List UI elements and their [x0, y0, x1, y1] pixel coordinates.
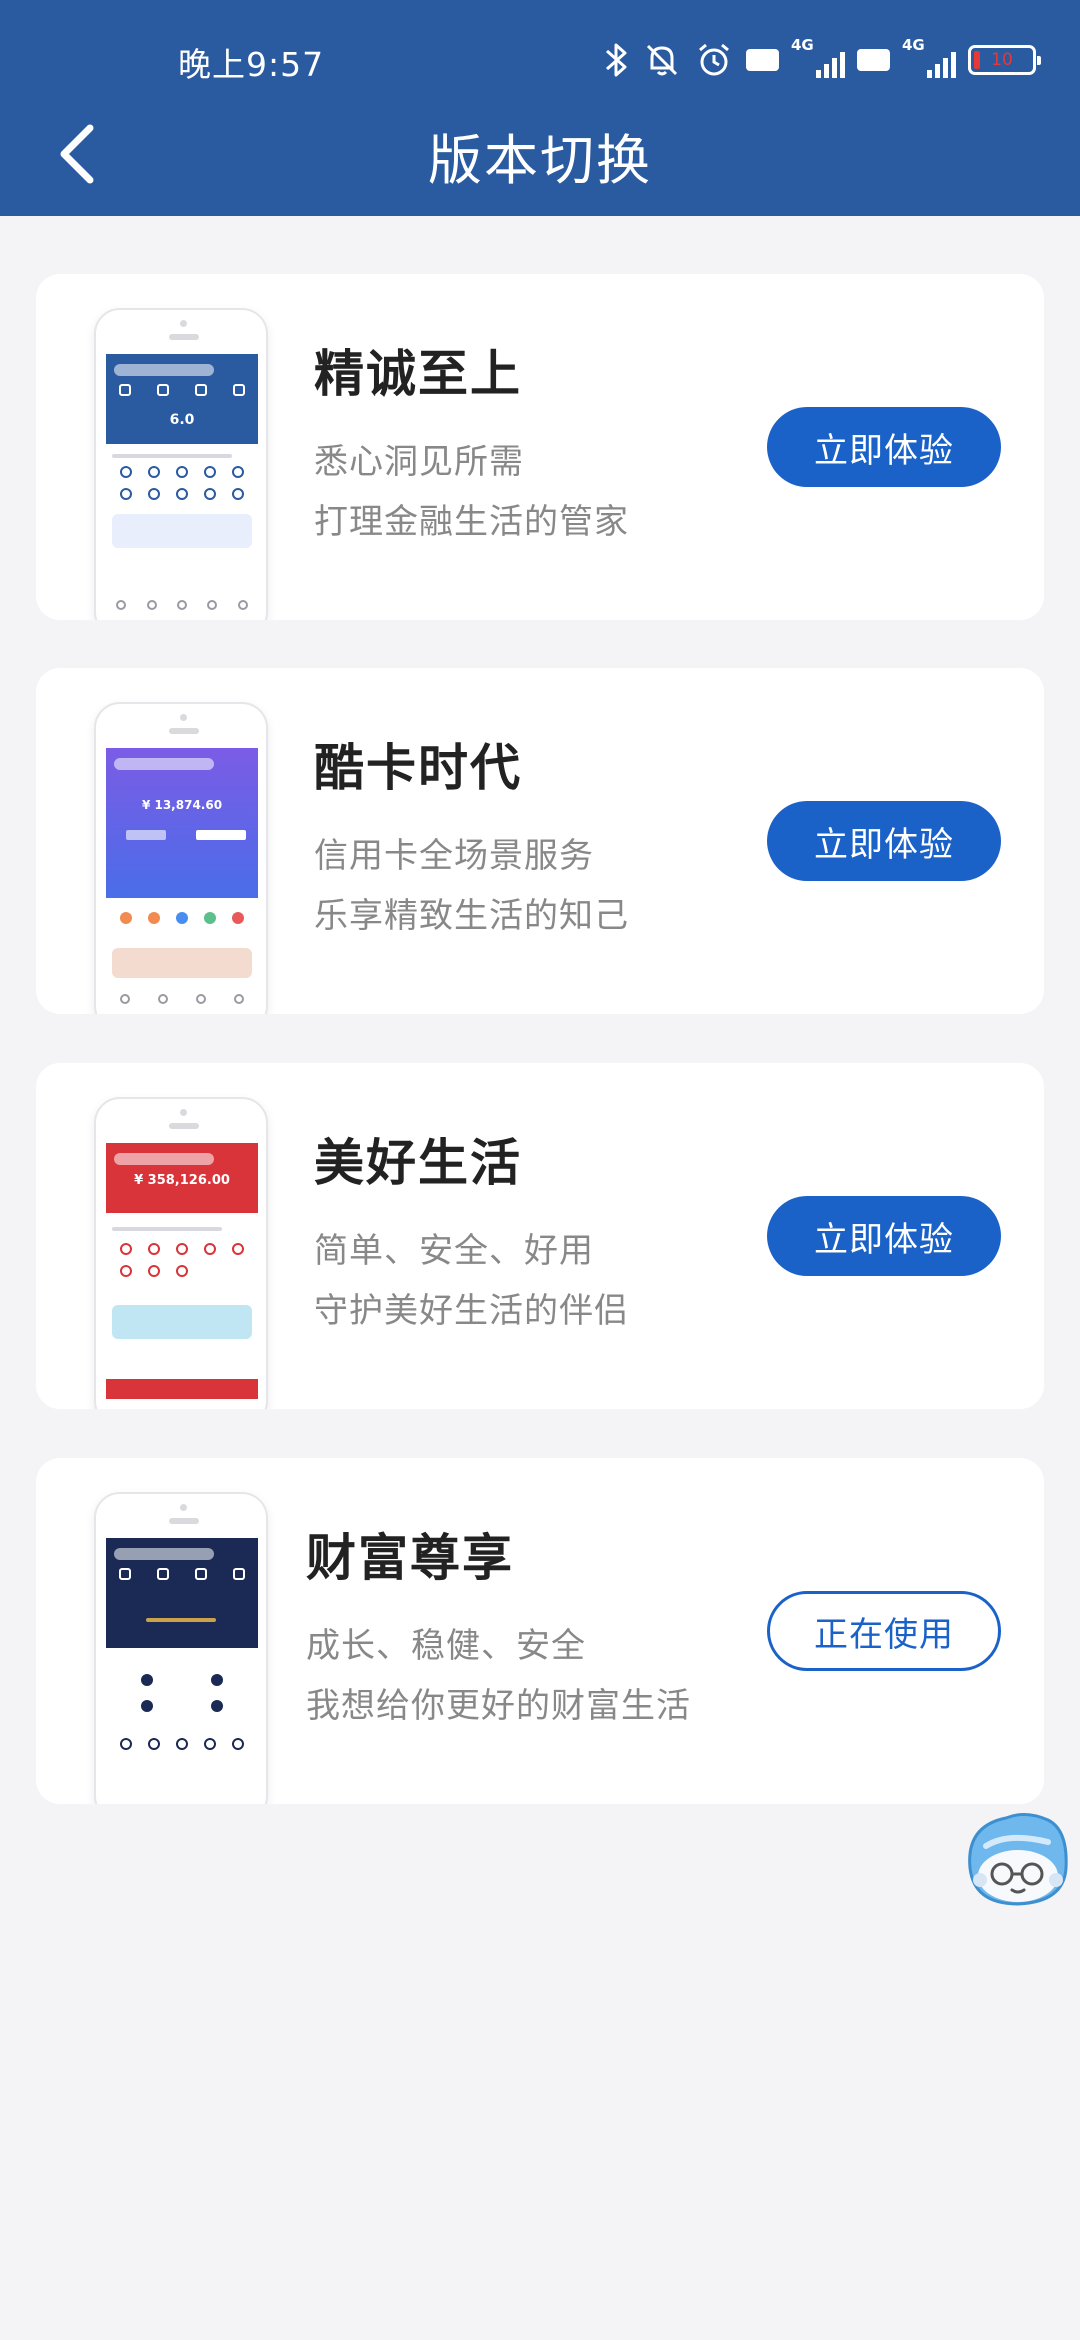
version-preview-image: ¥ 13,874.60 — [94, 702, 268, 1014]
version-name: 美好生活 — [314, 1134, 522, 1192]
version-description-2: 打理金融生活的管家 — [314, 502, 629, 542]
alarm-icon — [694, 40, 734, 80]
status-icons: HD 4G HD 4G 10 — [604, 30, 1041, 90]
assistant-mascot-icon[interactable] — [956, 1806, 1076, 1912]
hd-badge: HD — [856, 49, 890, 71]
battery-level: 10 — [991, 50, 1013, 70]
page-title: 版本切换 — [428, 129, 652, 192]
hd-badge: HD — [745, 49, 779, 71]
version-description-1: 信用卡全场景服务 — [314, 836, 594, 876]
try-now-button[interactable]: 立即体验 — [767, 801, 1001, 881]
signal-icon: 4G — [902, 36, 956, 80]
version-description-1: 成长、稳健、安全 — [306, 1626, 586, 1666]
version-description-2: 乐享精致生活的知己 — [314, 896, 629, 936]
version-description-2: 我想给你更好的财富生活 — [306, 1686, 691, 1726]
network-type-label: 4G — [790, 36, 814, 54]
version-preview-image: ¥ 358,126.00 — [94, 1097, 268, 1409]
version-name: 财富尊享 — [306, 1529, 514, 1587]
version-card-4: 财富尊享 成长、稳健、安全 我想给你更好的财富生活 正在使用 — [36, 1458, 1044, 1804]
signal-icon: 4G — [791, 36, 845, 80]
network-type-label: 4G — [902, 36, 925, 54]
version-card-1: 6.0 精诚至上 悉心洞见所需 打理金融生活的管家 立即体验 — [36, 274, 1044, 620]
version-name: 精诚至上 — [314, 345, 522, 403]
try-now-button[interactable]: 立即体验 — [767, 407, 1001, 487]
status-time: 晚上9:57 — [178, 45, 325, 84]
version-card-3: ¥ 358,126.00 美好生活 简单、安全、好用 守护美好生活的伴侣 立即体… — [36, 1063, 1044, 1409]
in-use-button[interactable]: 正在使用 — [767, 1591, 1001, 1671]
try-now-button[interactable]: 立即体验 — [767, 1196, 1001, 1276]
version-name: 酷卡时代 — [314, 739, 522, 797]
app-header: 晚上9:57 HD 4G HD 4G 10 版本切换 — [0, 0, 1080, 216]
version-description-1: 悉心洞见所需 — [314, 442, 524, 482]
bell-muted-icon — [642, 40, 682, 80]
status-bar: 晚上9:57 HD 4G HD 4G 10 — [0, 0, 1080, 120]
version-description-1: 简单、安全、好用 — [314, 1231, 594, 1271]
version-card-2: ¥ 13,874.60 酷卡时代 信用卡全场景服务 乐享精致生活的知己 立即体验 — [36, 668, 1044, 1014]
battery-icon: 10 — [968, 45, 1041, 75]
version-preview-image: 6.0 — [94, 308, 268, 620]
bluetooth-icon — [604, 40, 630, 80]
version-description-2: 守护美好生活的伴侣 — [314, 1291, 629, 1331]
version-preview-image — [94, 1492, 268, 1804]
